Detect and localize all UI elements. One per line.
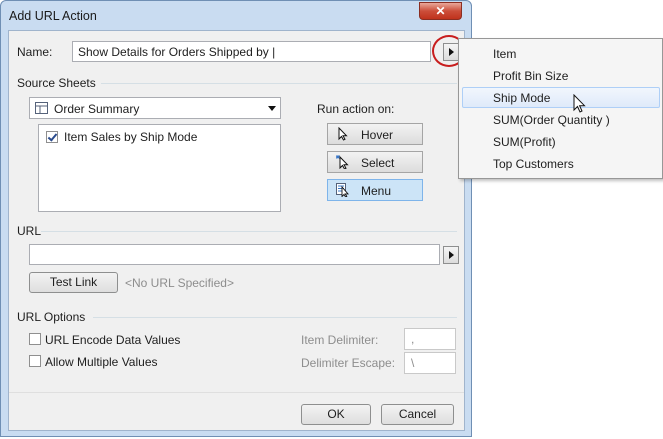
url-divider	[41, 231, 457, 232]
dialog-title: Add URL Action	[9, 9, 97, 23]
name-label: Name:	[17, 45, 53, 59]
menu-item-item[interactable]: Item	[493, 44, 516, 64]
url-label: URL	[17, 224, 42, 238]
hover-label: Hover	[361, 128, 394, 142]
ok-label: OK	[327, 407, 345, 421]
dialog-client-area: Name: Show Details for Orders Shipped by…	[8, 30, 465, 431]
close-button[interactable]: ✕	[419, 2, 462, 20]
sheet-checkbox[interactable]	[46, 131, 58, 143]
no-url-text: <No URL Specified>	[125, 276, 234, 290]
pointer-icon	[338, 127, 348, 141]
list-item[interactable]: Item Sales by Ship Mode	[39, 128, 279, 146]
chevron-down-icon	[268, 106, 276, 111]
test-link-button[interactable]: Test Link	[29, 272, 118, 293]
ok-button[interactable]: OK	[301, 404, 371, 425]
url-input[interactable]	[29, 244, 440, 265]
mouse-cursor-icon	[573, 94, 586, 113]
name-input[interactable]: Show Details for Orders Shipped by |	[72, 41, 431, 62]
sheet-dropdown-value: Order Summary	[54, 102, 140, 116]
menu-item-top-customers[interactable]: Top Customers	[493, 154, 574, 174]
menu-item-sum-profit[interactable]: SUM(Profit)	[493, 132, 556, 152]
menu-highlight	[462, 87, 660, 108]
sheet-dropdown[interactable]: Order Summary	[29, 97, 281, 119]
footer-divider	[9, 392, 464, 393]
play-arrow-icon	[449, 251, 454, 259]
source-sheets-divider	[101, 83, 457, 84]
menu-label: Menu	[361, 184, 392, 198]
menu-button[interactable]: Menu	[327, 179, 423, 201]
run-action-label: Run action on:	[317, 102, 395, 116]
title-bar[interactable]: Add URL Action ✕	[1, 1, 471, 31]
sheets-list[interactable]: Item Sales by Ship Mode	[38, 124, 281, 212]
cancel-button[interactable]: Cancel	[381, 404, 454, 425]
delimiter-escape-input[interactable]: \	[404, 352, 456, 374]
click-pointer-icon	[336, 155, 349, 169]
cancel-label: Cancel	[398, 407, 437, 421]
delimiter-escape-value: \	[411, 356, 415, 370]
allow-multiple-label: Allow Multiple Values	[45, 355, 158, 369]
url-insert-field-button[interactable]	[443, 246, 459, 264]
url-encode-checkbox[interactable]	[29, 333, 41, 345]
table-icon	[35, 102, 48, 114]
test-link-label: Test Link	[49, 275, 98, 289]
select-button[interactable]: Select	[327, 151, 423, 173]
allow-multiple-checkbox[interactable]	[29, 355, 41, 367]
url-options-divider	[93, 317, 457, 318]
menu-item-profit-bin-size[interactable]: Profit Bin Size	[493, 66, 568, 86]
item-delimiter-value: ,	[411, 332, 415, 346]
select-label: Select	[361, 156, 395, 170]
item-delimiter-label: Item Delimiter:	[301, 333, 379, 347]
field-menu: Item Profit Bin Size Ship Mode SUM(Order…	[458, 38, 663, 179]
url-options-label: URL Options	[17, 310, 86, 324]
sheet-item-label: Item Sales by Ship Mode	[64, 130, 198, 144]
add-url-action-dialog: Add URL Action ✕ Name: Show Details for …	[0, 0, 472, 437]
delimiter-escape-label: Delimiter Escape:	[301, 356, 396, 370]
url-encode-label: URL Encode Data Values	[45, 333, 181, 347]
hover-button[interactable]: Hover	[327, 123, 423, 145]
close-icon: ✕	[435, 4, 446, 18]
source-sheets-label: Source Sheets	[17, 76, 96, 90]
name-input-value: Show Details for Orders Shipped by |	[78, 45, 276, 59]
menu-item-ship-mode[interactable]: Ship Mode	[493, 88, 550, 108]
menu-pointer-icon	[336, 183, 349, 197]
menu-item-sum-order-quantity[interactable]: SUM(Order Quantity )	[493, 110, 610, 130]
item-delimiter-input[interactable]: ,	[404, 328, 456, 350]
